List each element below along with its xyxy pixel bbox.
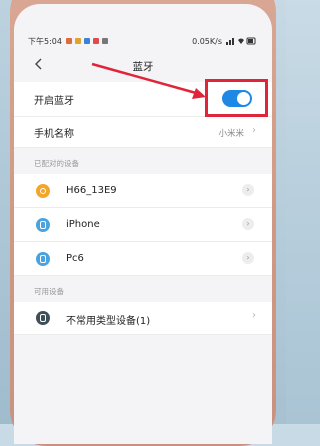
annotation-highlight-box (205, 79, 268, 117)
annotation-arrow (91, 62, 206, 99)
